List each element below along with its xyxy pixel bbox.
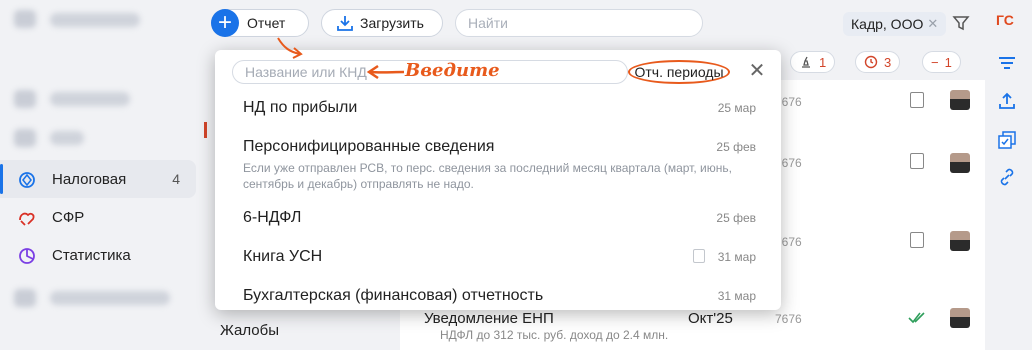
list-item[interactable]: 6-НДФЛ 25 фев xyxy=(215,202,781,238)
account-icon xyxy=(14,10,36,28)
filter-icon[interactable] xyxy=(952,14,970,32)
create-report-label: Отчет xyxy=(247,15,286,31)
avatar[interactable] xyxy=(950,231,970,251)
minus-icon: − xyxy=(931,54,939,70)
sidebar-item-label: Налоговая xyxy=(52,170,127,188)
annotation-arrows xyxy=(277,37,405,80)
list-item[interactable]: Книга УСН 31 мар xyxy=(215,240,781,276)
report-title: Персонифицированные сведения xyxy=(243,138,495,155)
org-filter-label: Кадр, ООО xyxy=(851,16,924,32)
checklist-icon[interactable] xyxy=(996,129,1018,151)
avatar[interactable] xyxy=(950,90,970,110)
sort-icon[interactable] xyxy=(996,52,1018,74)
user-initials[interactable]: ГС xyxy=(996,12,1014,28)
sidebar-item-sfr[interactable]: СФР xyxy=(0,198,196,236)
report-title: 6-НДФЛ xyxy=(243,209,302,226)
row-code: 7676 xyxy=(775,312,802,326)
link-icon[interactable] xyxy=(996,166,1018,188)
report-deadline: 31 мар xyxy=(717,289,756,303)
blurred-nav-icon xyxy=(14,129,36,147)
blurred-nav-icon xyxy=(14,90,36,108)
sidebar-item-tax[interactable]: Налоговая 4 xyxy=(0,160,196,198)
org-filter-chip[interactable]: Кадр, ООО ✕ xyxy=(843,12,947,36)
close-icon[interactable]: ✕ xyxy=(927,16,938,32)
filter-count: 3 xyxy=(884,54,892,70)
list-item[interactable]: Персонифицированные сведения 25 фев Если… xyxy=(215,128,781,198)
close-icon[interactable]: ✕ xyxy=(747,61,767,81)
sidebar-item-label: Статистика xyxy=(52,246,131,264)
double-check-icon xyxy=(908,312,925,324)
row-period: Окт'25 xyxy=(688,310,733,327)
stamp-icon xyxy=(802,56,810,68)
filter-overdue[interactable]: 3 xyxy=(855,51,901,73)
filter-signatures[interactable]: 1 xyxy=(790,51,836,73)
row-subtitle: НДФЛ до 312 тыс. руб. доход до 2.4 млн. xyxy=(440,328,669,342)
document-edit-icon xyxy=(693,249,705,263)
reporting-periods-button[interactable]: Отч. периоды xyxy=(628,60,730,84)
document-icon[interactable] xyxy=(910,153,924,169)
sfr-icon xyxy=(19,212,35,226)
sidebar-item-label: СФР xyxy=(52,208,85,226)
document-icon[interactable] xyxy=(910,232,924,248)
sidebar-item-complaints[interactable]: Жалобы xyxy=(220,322,279,339)
tax-office-icon xyxy=(19,172,35,188)
blurred-nav-item[interactable] xyxy=(50,131,84,145)
avatar[interactable] xyxy=(950,308,970,328)
report-deadline: 25 фев xyxy=(716,140,756,154)
filter-count: 1 xyxy=(944,54,952,70)
filter-errors[interactable]: − 1 xyxy=(922,51,961,73)
row-title[interactable]: Уведомление ЕНП xyxy=(424,310,554,327)
list-item[interactable]: НД по прибыли 25 мар xyxy=(215,90,781,126)
blurred-nav-item[interactable] xyxy=(50,291,170,305)
report-note: Если уже отправлен РСВ, то перс. сведени… xyxy=(243,161,732,191)
sidebar: Налоговая 4 СФР Статистика xyxy=(0,0,200,344)
upload-label: Загрузить xyxy=(360,15,424,31)
blurred-nav-icon xyxy=(14,289,36,307)
report-deadline: 25 мар xyxy=(717,101,756,115)
report-title: НД по прибыли xyxy=(243,99,358,116)
blurred-nav-item[interactable] xyxy=(50,92,130,106)
clock-icon xyxy=(864,55,878,69)
report-type-dropdown: Название или КНД Отч. периоды ✕ НД по пр… xyxy=(215,50,781,310)
report-title: Бухгалтерская (финансовая) отчетность xyxy=(243,287,544,304)
sidebar-item-statistics[interactable]: Статистика xyxy=(0,236,196,274)
hint-annotation: Введите xyxy=(405,60,500,81)
sidebar-item-count: 4 xyxy=(172,171,180,187)
statistics-icon xyxy=(19,248,35,264)
report-deadline: 25 фев xyxy=(716,211,756,225)
row-marker xyxy=(204,122,207,138)
document-icon[interactable] xyxy=(910,92,924,108)
plus-icon: + xyxy=(211,9,239,37)
list-item[interactable]: Бухгалтерская (финансовая) отчетность 31… xyxy=(215,278,781,310)
report-title: Книга УСН xyxy=(243,248,323,265)
avatar[interactable] xyxy=(950,153,970,173)
search-input[interactable]: Найти xyxy=(455,9,703,37)
filter-count: 1 xyxy=(819,54,827,70)
report-deadline: 31 мар xyxy=(717,250,756,264)
export-icon[interactable] xyxy=(996,90,1018,112)
account-name-blurred[interactable] xyxy=(50,13,140,27)
